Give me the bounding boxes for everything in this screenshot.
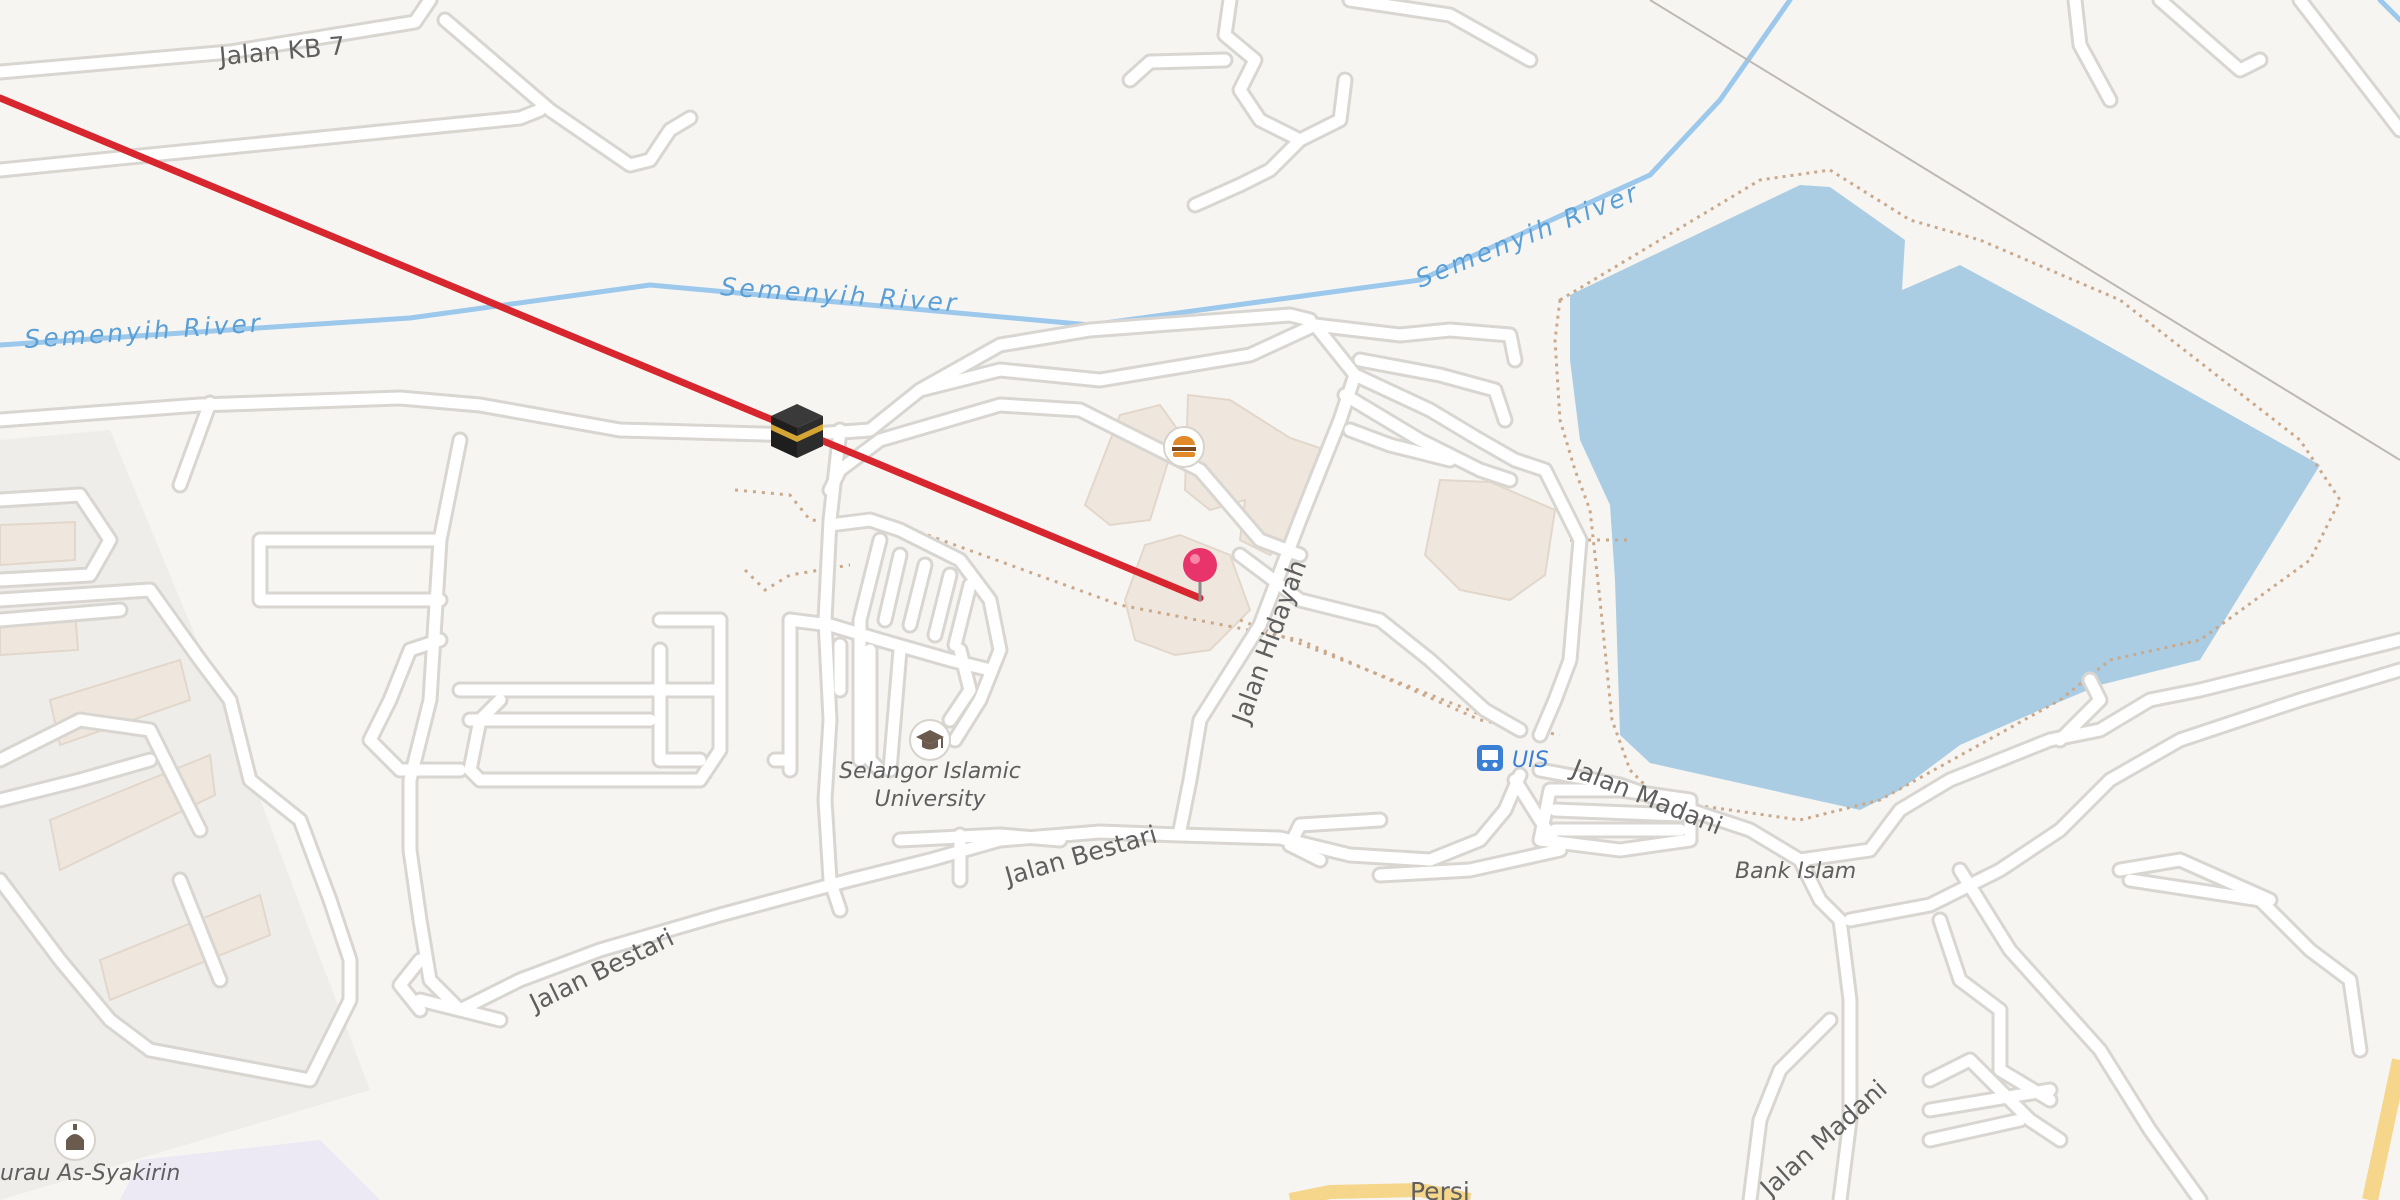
road-segment[interactable] bbox=[894, 829, 1066, 846]
map-canvas[interactable]: Semenyih River Semenyih River Semenyih R… bbox=[0, 0, 2400, 1200]
surau-label: urau As-Syakirin bbox=[0, 1161, 180, 1186]
university-label-line2: University bbox=[875, 787, 987, 812]
road-label-persiaran: Persi bbox=[1410, 1177, 1470, 1200]
mosque-icon[interactable] bbox=[54, 1119, 96, 1161]
university-label-line1: Selangor Islamic bbox=[839, 759, 1021, 784]
burger-icon[interactable] bbox=[1163, 426, 1205, 468]
bus-icon[interactable] bbox=[1477, 745, 1503, 771]
graduation-cap-icon[interactable] bbox=[909, 719, 951, 761]
bus-stop-label: UIS bbox=[1512, 748, 1549, 773]
bank-label: Bank Islam bbox=[1735, 859, 1856, 884]
